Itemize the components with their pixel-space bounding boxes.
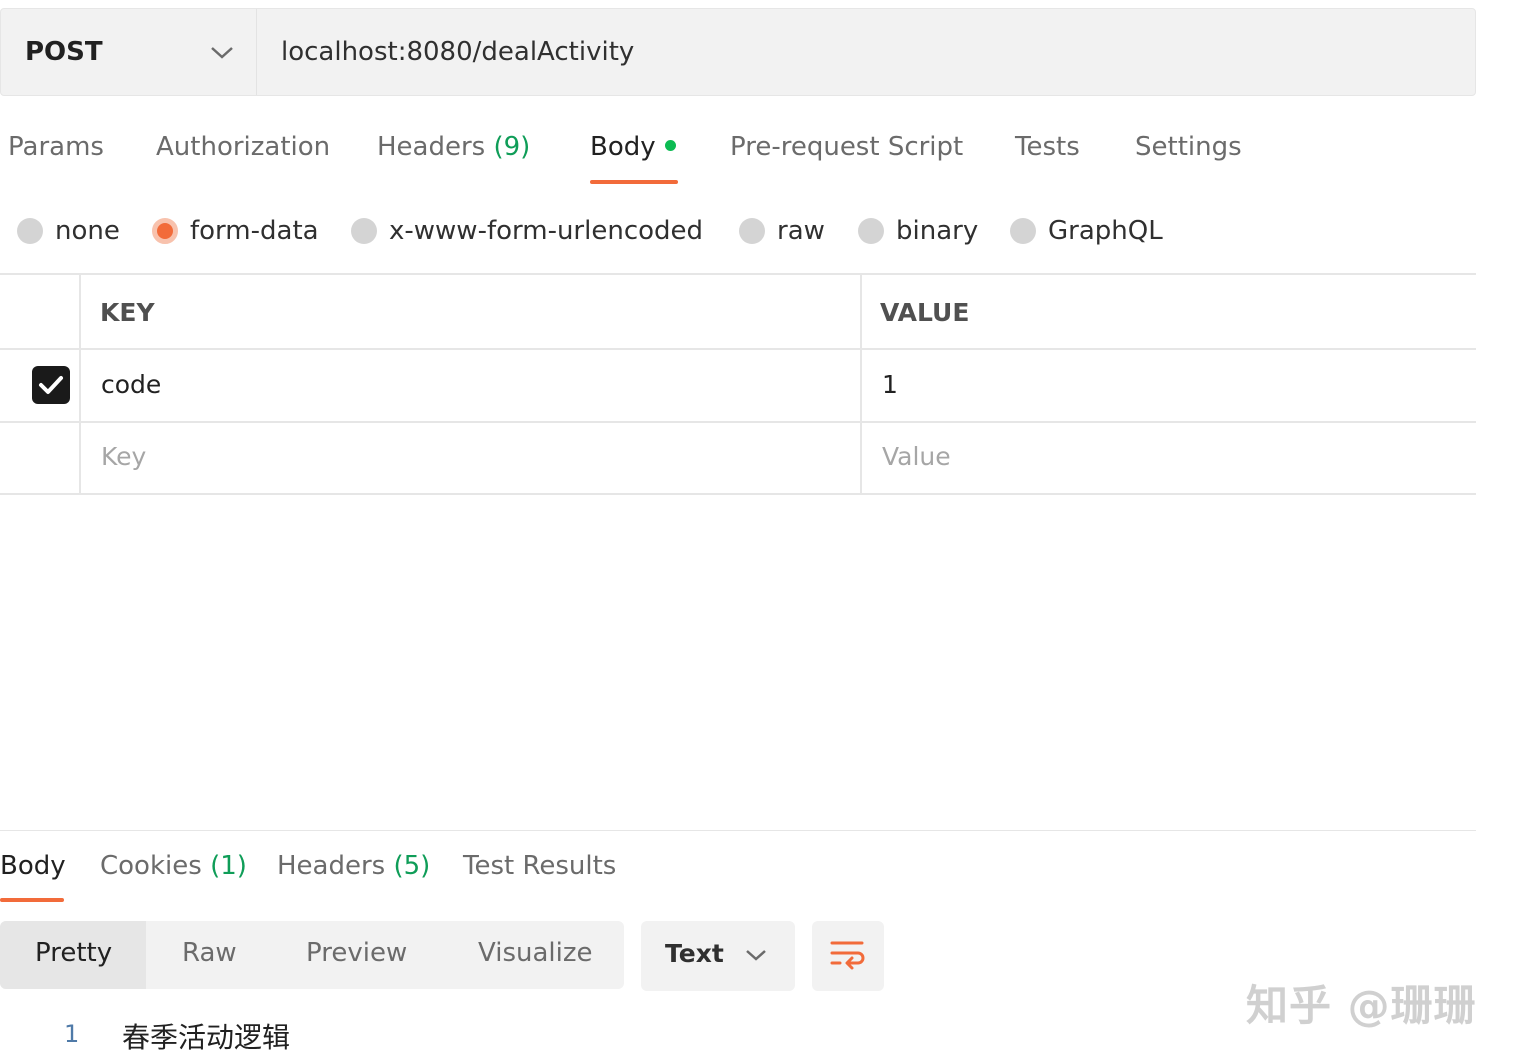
body-type-form-data[interactable]: form-data (152, 212, 319, 250)
tab-params[interactable]: Params (8, 132, 104, 162)
row-enabled-checkbox[interactable] (32, 366, 70, 404)
key-placeholder-input[interactable]: Key (101, 442, 146, 471)
view-mode-visualize[interactable]: Visualize (478, 938, 593, 968)
table-row-border (0, 421, 1476, 423)
response-tab-headers[interactable]: Headers (5) (277, 851, 430, 881)
response-tab-test-results[interactable]: Test Results (463, 851, 616, 881)
table-col-divider (79, 275, 81, 494)
key-cell[interactable]: code (101, 370, 161, 399)
value-cell[interactable]: 1 (882, 370, 898, 399)
headers-count: (9) (493, 132, 531, 162)
format-select-label: Text (665, 939, 724, 968)
tab-body-underline (590, 180, 678, 184)
radio-graphql[interactable] (1010, 218, 1036, 244)
column-header-key: KEY (100, 298, 155, 327)
value-placeholder-input[interactable]: Value (882, 442, 951, 471)
line-number: 1 (64, 1020, 80, 1048)
method-select[interactable]: POST (1, 9, 257, 95)
request-url-bar: POST localhost:8080/dealActivity (0, 8, 1476, 96)
response-tab-cookies[interactable]: Cookies (1) (100, 851, 247, 881)
chevron-down-icon (746, 950, 766, 961)
tab-tests[interactable]: Tests (1015, 132, 1080, 162)
watermark: 知乎 @珊珊 (1246, 981, 1477, 1030)
view-mode-pretty[interactable]: Pretty (35, 938, 112, 968)
response-divider (0, 830, 1476, 831)
tab-body[interactable]: Body (590, 132, 676, 162)
body-type-urlencoded[interactable]: x-www-form-urlencoded (351, 212, 703, 250)
radio-urlencoded[interactable] (351, 218, 377, 244)
response-line-text: 春季活动逻辑 (122, 1021, 291, 1054)
column-header-value: VALUE (880, 298, 970, 327)
table-col-divider (860, 275, 862, 494)
body-type-binary[interactable]: binary (858, 212, 978, 250)
table-bottom-border (0, 493, 1476, 495)
url-input[interactable]: localhost:8080/dealActivity (281, 37, 634, 67)
checkmark-icon (39, 376, 63, 394)
wrap-lines-button[interactable] (812, 921, 884, 991)
tab-pre-request-script[interactable]: Pre-request Script (730, 132, 963, 162)
method-label: POST (25, 37, 103, 67)
radio-none[interactable] (17, 218, 43, 244)
view-mode-raw[interactable]: Raw (182, 938, 237, 968)
response-tab-body-underline (0, 898, 64, 902)
body-type-graphql[interactable]: GraphQL (1010, 212, 1163, 250)
table-header-border (0, 348, 1476, 350)
format-select[interactable]: Text (641, 921, 795, 991)
tab-settings[interactable]: Settings (1135, 132, 1242, 162)
radio-binary[interactable] (858, 218, 884, 244)
body-type-raw[interactable]: raw (739, 212, 825, 250)
tab-headers[interactable]: Headers (9) (377, 132, 530, 162)
radio-raw[interactable] (739, 218, 765, 244)
response-tab-body[interactable]: Body (0, 851, 66, 881)
body-type-none[interactable]: none (17, 212, 120, 250)
table-top-border (0, 273, 1476, 275)
tab-authorization[interactable]: Authorization (156, 132, 330, 162)
body-modified-dot (664, 140, 676, 151)
wrap-lines-icon (830, 941, 865, 970)
chevron-down-icon (211, 47, 233, 59)
radio-form-data[interactable] (152, 218, 178, 244)
view-mode-preview[interactable]: Preview (306, 938, 407, 968)
